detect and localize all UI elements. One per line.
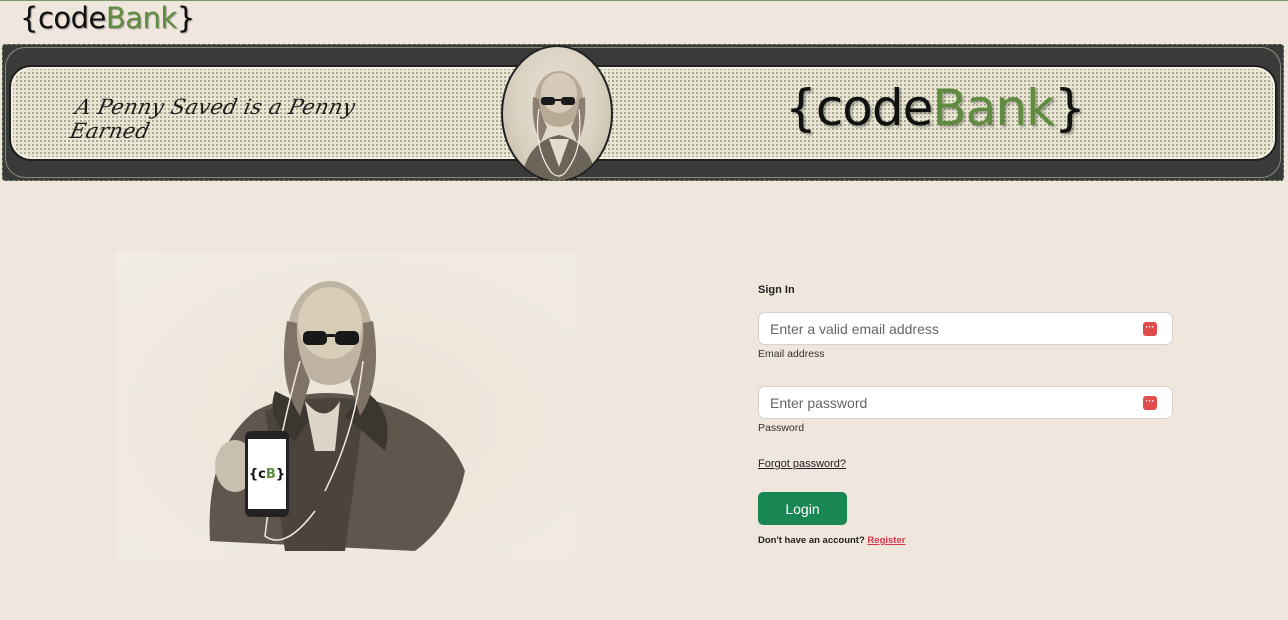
logo-prefix: {code [20,1,106,35]
email-input[interactable] [759,313,1172,344]
phone-logo-suffix: } [275,466,286,482]
banner-logo-accent: Bank [932,79,1055,137]
franklin-hero-image: {c B} [115,251,575,559]
franklin-portrait-image [501,45,613,180]
phone-screen-logo: {c B} [248,439,286,509]
password-manager-icon[interactable]: ··· [1143,396,1157,410]
password-field-wrapper: ··· [758,386,1173,419]
phone-image: {c B} [245,431,289,517]
register-prompt-text: Don't have an account? [758,535,868,546]
password-group: ··· Password [758,386,1173,434]
logo-suffix: } [176,1,195,35]
banner-logo-suffix: } [1054,79,1086,137]
header-banner: A Penny Saved is a Penny Earned {codeBan… [2,44,1284,181]
phone-logo-accent: B [265,466,276,482]
site-logo[interactable]: {codeBank} [20,1,195,35]
logo-accent: Bank [105,1,177,35]
password-label: Password [758,422,805,434]
register-prompt: Don't have an account? Register [758,535,1173,546]
email-field-wrapper: ··· [758,312,1173,345]
forgot-password-link[interactable]: Forgot password? [758,458,846,470]
email-group: ··· Email address [758,312,1173,360]
sign-in-form: Sign In ··· Email address ··· Password F… [758,284,1173,546]
banner-motto: A Penny Saved is a Penny Earned [67,95,358,143]
password-manager-icon[interactable]: ··· [1143,322,1157,336]
banner-logo: {codeBank} [785,79,1086,137]
password-input[interactable] [759,387,1172,418]
login-button[interactable]: Login [758,492,847,525]
banner-logo-prefix: {code [785,79,933,137]
email-label: Email address [758,348,825,360]
register-link[interactable]: Register [867,535,905,546]
sign-in-title: Sign In [758,284,795,296]
phone-logo-prefix: {c [248,466,266,482]
